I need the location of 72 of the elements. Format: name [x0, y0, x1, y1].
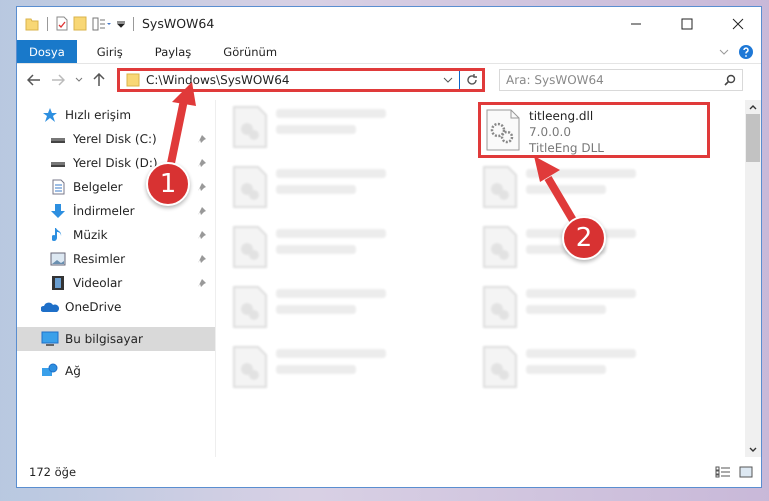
scroll-thumb[interactable] — [746, 114, 760, 162]
address-bar[interactable]: C:\Windows\SysWOW64 — [117, 68, 485, 92]
file-description: 7.0.0.0 — [529, 124, 572, 140]
sidebar-item[interactable]: Videolar — [47, 275, 122, 291]
file-item[interactable]: titleeng.dll 7.0.0.0 TitleEng DLL — [478, 102, 710, 158]
music-note-icon — [52, 227, 64, 243]
blurred-file-icon — [482, 165, 518, 209]
monitor-icon — [41, 331, 59, 347]
download-arrow-icon — [50, 203, 66, 219]
ribbon-tab[interactable]: Görünüm — [211, 40, 290, 63]
sidebar-item[interactable]: Belgeler — [47, 179, 123, 195]
address-path: C:\Windows\SysWOW64 — [146, 73, 290, 87]
file-description: TitleEng DLL — [529, 140, 604, 156]
search-icon — [724, 74, 736, 86]
close-icon — [732, 18, 744, 30]
details-view-icon[interactable] — [715, 466, 731, 478]
annotation-arrow — [534, 156, 578, 224]
file-name: titleeng.dll — [529, 108, 594, 124]
sidebar-item[interactable]: İndirmeler — [47, 203, 135, 219]
sidebar-item[interactable]: Müzik — [47, 227, 108, 243]
document-icon — [52, 179, 64, 195]
ribbon-tab[interactable]: Giriş — [84, 40, 135, 63]
back-arrow-icon[interactable] — [27, 74, 41, 86]
folder-icon — [126, 73, 140, 87]
search-field[interactable]: Ara: SysWOW64 — [499, 69, 743, 91]
item-count: 172 öğe — [29, 465, 76, 479]
pin-icon[interactable] — [197, 254, 207, 264]
customize-toolbar-icon[interactable] — [117, 18, 125, 28]
scroll-up-icon[interactable] — [749, 104, 757, 110]
film-icon — [51, 275, 65, 291]
blurred-file-icon — [482, 285, 518, 329]
maximize-icon — [681, 18, 693, 30]
cloud-icon — [41, 301, 59, 313]
ribbon-tab[interactable]: Dosya — [17, 40, 77, 63]
folder-icon[interactable] — [25, 16, 39, 30]
pin-icon[interactable] — [197, 134, 207, 144]
pin-icon[interactable] — [197, 182, 207, 192]
pin-icon[interactable] — [197, 230, 207, 240]
ribbon-tab[interactable]: Paylaş — [142, 40, 204, 63]
recent-locations-icon[interactable] — [75, 77, 83, 83]
pin-icon[interactable] — [197, 158, 207, 168]
blurred-file-icon — [482, 345, 518, 389]
new-folder-icon[interactable] — [73, 16, 87, 31]
star-icon — [42, 107, 58, 123]
refresh-icon[interactable] — [466, 74, 478, 86]
sidebar-item[interactable]: Ağ — [39, 363, 81, 379]
scrollbar[interactable] — [745, 100, 761, 457]
large-icons-view-icon[interactable] — [739, 466, 753, 478]
sidebar-item[interactable]: Resimler — [47, 252, 126, 266]
pin-icon[interactable] — [197, 278, 207, 288]
expand-ribbon-icon[interactable] — [719, 48, 729, 56]
dropdown-caret-icon[interactable] — [443, 77, 453, 83]
blurred-file-icon — [232, 165, 268, 209]
blurred-file-icon — [232, 105, 268, 149]
blurred-file-icon — [232, 225, 268, 269]
blurred-file-icon — [482, 225, 518, 269]
scroll-down-icon[interactable] — [749, 447, 757, 453]
sidebar-item[interactable]: Yerel Disk (C:) — [47, 132, 157, 146]
picture-icon — [50, 252, 66, 266]
window-title: SysWOW64 — [142, 16, 214, 31]
view-options-icon[interactable] — [92, 16, 112, 30]
network-icon — [41, 363, 59, 379]
properties-icon[interactable] — [56, 16, 68, 31]
help-icon[interactable] — [739, 44, 753, 58]
pin-icon[interactable] — [197, 206, 207, 216]
sidebar-item[interactable]: OneDrive — [39, 300, 122, 314]
blurred-file-icon — [232, 285, 268, 329]
sidebar-item[interactable]: Hızlı erişim — [39, 107, 132, 123]
blurred-file-icon — [232, 345, 268, 389]
forward-arrow-icon[interactable] — [51, 74, 65, 86]
up-arrow-icon[interactable] — [93, 73, 105, 87]
dll-file-icon — [485, 108, 521, 152]
